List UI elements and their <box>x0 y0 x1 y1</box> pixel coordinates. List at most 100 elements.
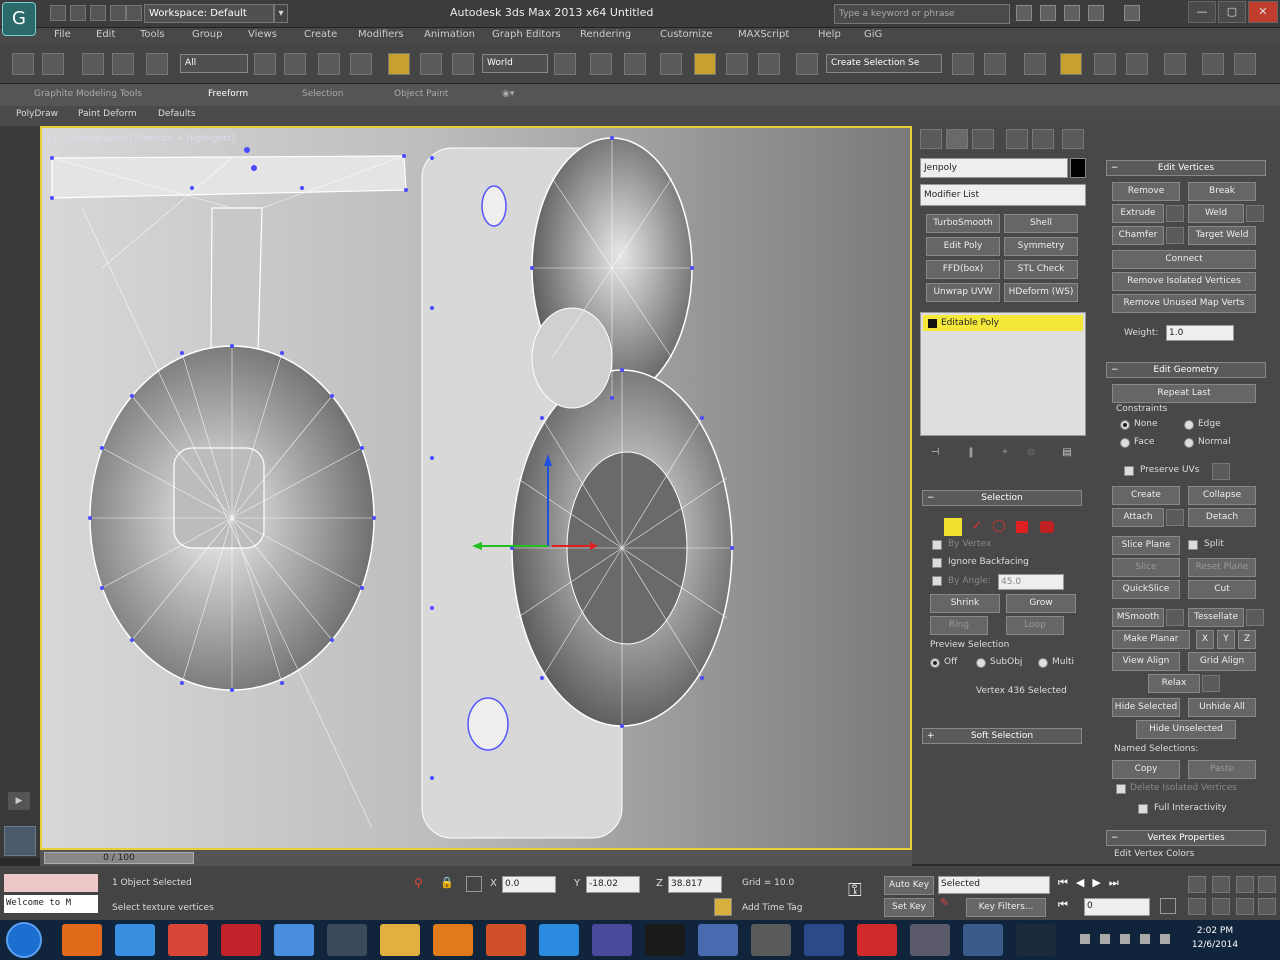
viewcube-icon[interactable] <box>4 826 36 856</box>
visibility-icon[interactable] <box>928 319 937 328</box>
angle-snap-icon[interactable] <box>694 53 716 75</box>
hdeform-button[interactable]: HDeform (WS) <box>1004 283 1078 302</box>
schematic-view-icon[interactable] <box>1126 53 1148 75</box>
menu-animation[interactable]: Animation <box>424 29 475 40</box>
by-angle-spinner[interactable]: 45.0 <box>998 574 1064 590</box>
create-tab-icon[interactable] <box>920 129 942 149</box>
menu-create[interactable]: Create <box>304 29 337 40</box>
planar-y-button[interactable]: Y <box>1217 630 1235 649</box>
planar-x-button[interactable]: X <box>1196 630 1214 649</box>
taskbar-app-icon[interactable] <box>221 924 261 956</box>
preview-multi-radio[interactable] <box>1038 658 1048 668</box>
split-checkbox[interactable] <box>1188 540 1198 550</box>
taskbar-app-icon[interactable] <box>274 924 314 956</box>
rectangular-region-icon[interactable] <box>318 53 340 75</box>
edit-geometry-rollout-header[interactable]: − Edit Geometry <box>1106 362 1266 378</box>
msmooth-button[interactable]: MSmooth <box>1112 608 1164 627</box>
select-by-name-icon[interactable] <box>284 53 306 75</box>
msmooth-settings-icon[interactable] <box>1166 609 1184 626</box>
ribbon-options-icon[interactable]: ◉▾ <box>502 89 514 99</box>
ignore-backfacing-checkbox[interactable] <box>932 558 942 568</box>
menu-graph-editors[interactable]: Graph Editors <box>492 29 561 40</box>
key-filter-dropdown[interactable]: Selected <box>938 876 1050 894</box>
preview-subobj-radio[interactable] <box>976 658 986 668</box>
grow-button[interactable]: Grow <box>1006 594 1076 613</box>
scale-icon[interactable] <box>452 53 474 75</box>
orbit-icon[interactable] <box>1236 898 1254 915</box>
remove-unused-map-verts-button[interactable]: Remove Unused Map Verts <box>1112 294 1256 313</box>
vertex-properties-rollout-header[interactable]: − Vertex Properties <box>1106 830 1266 846</box>
slice-button[interactable]: Slice <box>1112 558 1180 577</box>
maxscript-output[interactable]: Welcome to M <box>4 895 98 913</box>
layer-manager-icon[interactable] <box>1024 53 1046 75</box>
panel-paint-deform[interactable]: Paint Deform <box>78 109 137 119</box>
cut-button[interactable]: Cut <box>1188 580 1256 599</box>
maximize-viewport-icon[interactable] <box>1258 898 1276 915</box>
tab-object-paint[interactable]: Object Paint <box>394 89 448 99</box>
taskbar-app-icon[interactable] <box>592 924 632 956</box>
utilities-tab-icon[interactable] <box>1062 129 1084 149</box>
by-vertex-checkbox[interactable] <box>932 540 942 550</box>
object-color-swatch[interactable] <box>1070 158 1086 178</box>
percent-snap-icon[interactable] <box>726 53 748 75</box>
edit-named-selection-icon[interactable] <box>796 53 818 75</box>
taskbar-app-icon[interactable] <box>486 924 526 956</box>
slice-plane-button[interactable]: Slice Plane <box>1112 536 1180 555</box>
menu-rendering[interactable]: Rendering <box>580 29 631 40</box>
window-crossing-icon[interactable] <box>350 53 372 75</box>
menu-gig[interactable]: GiG <box>864 29 882 40</box>
soft-selection-rollout-header[interactable]: + Soft Selection <box>922 728 1082 744</box>
move-icon[interactable] <box>388 53 410 75</box>
taskbar-app-icon[interactable] <box>804 924 844 956</box>
isolate-selection-icon[interactable]: ⚲ <box>414 876 428 892</box>
time-slider-track[interactable]: 0 / 100 <box>40 850 912 866</box>
chamfer-button[interactable]: Chamfer <box>1112 226 1164 245</box>
modify-tab-icon[interactable] <box>946 129 968 149</box>
tray-arrow-icon[interactable] <box>1080 934 1090 944</box>
time-slider[interactable]: 0 / 100 <box>44 852 194 864</box>
communication-center-icon[interactable] <box>1040 5 1056 21</box>
chamfer-settings-icon[interactable] <box>1166 227 1184 244</box>
x-coord-field[interactable]: 0.0 <box>502 876 556 893</box>
symmetry-button[interactable]: Symmetry <box>1004 237 1078 256</box>
relax-settings-icon[interactable] <box>1202 675 1220 692</box>
weld-button[interactable]: Weld <box>1188 204 1244 223</box>
tray-network-icon[interactable] <box>1120 934 1130 944</box>
taskbar-app-icon[interactable] <box>380 924 420 956</box>
loop-button[interactable]: Loop <box>1006 616 1064 635</box>
create-button[interactable]: Create <box>1112 486 1180 505</box>
keyboard-shortcut-icon[interactable] <box>624 53 646 75</box>
maxscript-listener-input[interactable] <box>4 874 98 892</box>
extrude-button[interactable]: Extrude <box>1112 204 1164 223</box>
hierarchy-tab-icon[interactable] <box>972 129 994 149</box>
weight-spinner[interactable]: 1.0 <box>1166 325 1234 341</box>
field-of-view-icon[interactable] <box>1188 898 1206 915</box>
remove-button[interactable]: Remove <box>1112 182 1180 201</box>
chevron-down-icon[interactable]: ▾ <box>274 4 288 23</box>
hide-selected-button[interactable]: Hide Selected <box>1112 698 1180 717</box>
polygon-mode-icon[interactable] <box>1016 521 1028 533</box>
menu-group[interactable]: Group <box>192 29 222 40</box>
constraint-normal-radio[interactable] <box>1184 438 1194 448</box>
constraint-face-radio[interactable] <box>1120 438 1130 448</box>
play-icon[interactable]: ▶ <box>8 792 30 810</box>
grid-align-button[interactable]: Grid Align <box>1188 652 1256 671</box>
pin-stack-icon[interactable]: ⊣ <box>926 444 944 462</box>
delete-isolated-checkbox[interactable] <box>1116 784 1126 794</box>
zoom-extents-icon[interactable] <box>1236 876 1254 893</box>
close-button[interactable]: ✕ <box>1248 1 1278 23</box>
named-selection-dropdown[interactable]: Create Selection Se <box>826 54 942 73</box>
start-button[interactable] <box>6 922 42 958</box>
selection-rollout-header[interactable]: − Selection <box>922 490 1082 506</box>
lock-selection-icon[interactable]: 🔒 <box>440 876 454 892</box>
menu-help[interactable]: Help <box>818 29 841 40</box>
turbosmooth-button[interactable]: TurboSmooth <box>926 214 1000 233</box>
preserve-uvs-settings-icon[interactable] <box>1212 463 1230 480</box>
zoom-extents-all-icon[interactable] <box>1258 876 1276 893</box>
save-file-icon[interactable] <box>90 5 106 21</box>
maximize-button[interactable]: ▢ <box>1218 1 1246 23</box>
reset-plane-button[interactable]: Reset Plane <box>1188 558 1256 577</box>
hide-unselected-button[interactable]: Hide Unselected <box>1136 720 1236 739</box>
redo-quick-icon[interactable] <box>126 5 142 21</box>
copy-button[interactable]: Copy <box>1112 760 1180 779</box>
